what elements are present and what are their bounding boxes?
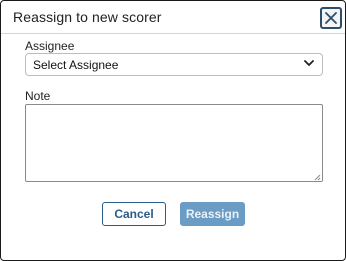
assignee-select[interactable]: Select Assignee: [25, 53, 323, 76]
assignee-select-value: Select Assignee: [33, 58, 119, 72]
assignee-label: Assignee: [25, 39, 75, 53]
dialog-title: Reassign to new scorer: [13, 9, 162, 25]
cancel-button[interactable]: Cancel: [102, 202, 166, 226]
note-textarea[interactable]: [25, 104, 323, 182]
close-button[interactable]: [320, 7, 342, 29]
close-icon: [325, 12, 337, 24]
dialog-header: Reassign to new scorer: [1, 1, 345, 34]
reassign-dialog: Reassign to new scorer Assignee Select A…: [0, 0, 346, 261]
chevron-down-icon: [304, 60, 314, 66]
resize-grip-icon[interactable]: [314, 174, 321, 181]
reassign-button[interactable]: Reassign: [180, 202, 245, 226]
note-label: Note: [25, 89, 51, 103]
